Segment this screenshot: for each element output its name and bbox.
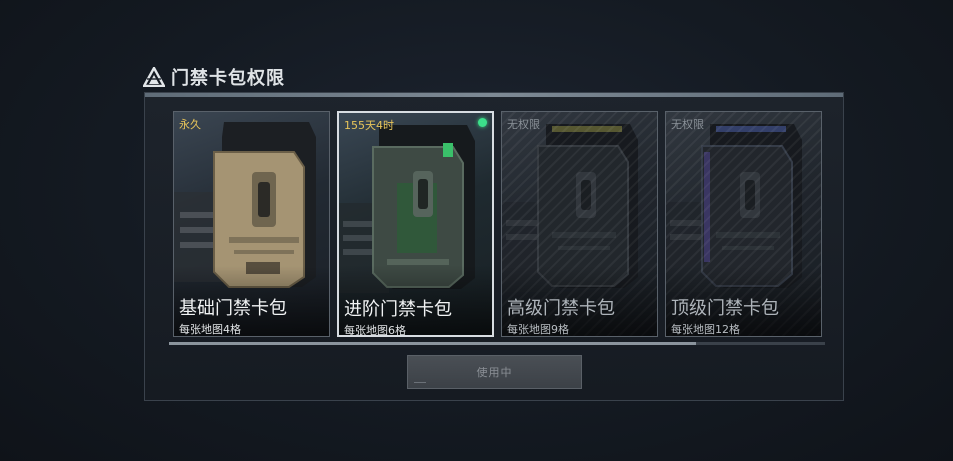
panel-top-border [145,93,843,97]
card-permission-tag: 无权限 [671,118,704,131]
card-top-tier[interactable]: 无权限 顶级门禁卡包 每张地图12格 [665,111,822,337]
active-indicator-dot [478,118,487,127]
card-premium[interactable]: 无权限 高级门禁卡包 每张地图9格 [501,111,658,337]
horizontal-scrollbar[interactable] [169,342,825,345]
triangle-logo-icon [143,67,165,87]
card-name: 顶级门禁卡包 [671,298,779,319]
card-description: 每张地图12格 [671,323,740,336]
card-permission-tag: 无权限 [507,118,540,131]
card-description: 每张地图4格 [179,323,241,336]
card-duration-tag: 永久 [179,118,201,131]
card-description: 每张地图9格 [507,323,569,336]
card-description: 每张地图6格 [344,324,406,337]
card-name: 高级门禁卡包 [507,298,615,319]
card-advanced[interactable]: 155天4时 进阶门禁卡包 每张地图6格 [337,111,494,337]
title-bar: 门禁卡包权限 [143,64,285,90]
scrollbar-thumb[interactable] [169,342,696,345]
in-use-button[interactable]: 使用中 [407,355,582,389]
panel-title: 门禁卡包权限 [171,68,285,89]
card-pack-panel: 永久 基础门禁卡包 每张地图4格 155天4时 进阶门禁卡包 每张地图6格 无权… [144,92,844,401]
card-duration-tag: 155天4时 [344,119,394,132]
card-basic[interactable]: 永久 基础门禁卡包 每张地图4格 [173,111,330,337]
in-use-label: 使用中 [476,366,513,379]
card-list: 永久 基础门禁卡包 每张地图4格 155天4时 进阶门禁卡包 每张地图6格 无权… [173,111,822,337]
card-name: 进阶门禁卡包 [344,299,452,320]
card-name: 基础门禁卡包 [179,298,287,319]
button-edge-mark [414,382,426,383]
